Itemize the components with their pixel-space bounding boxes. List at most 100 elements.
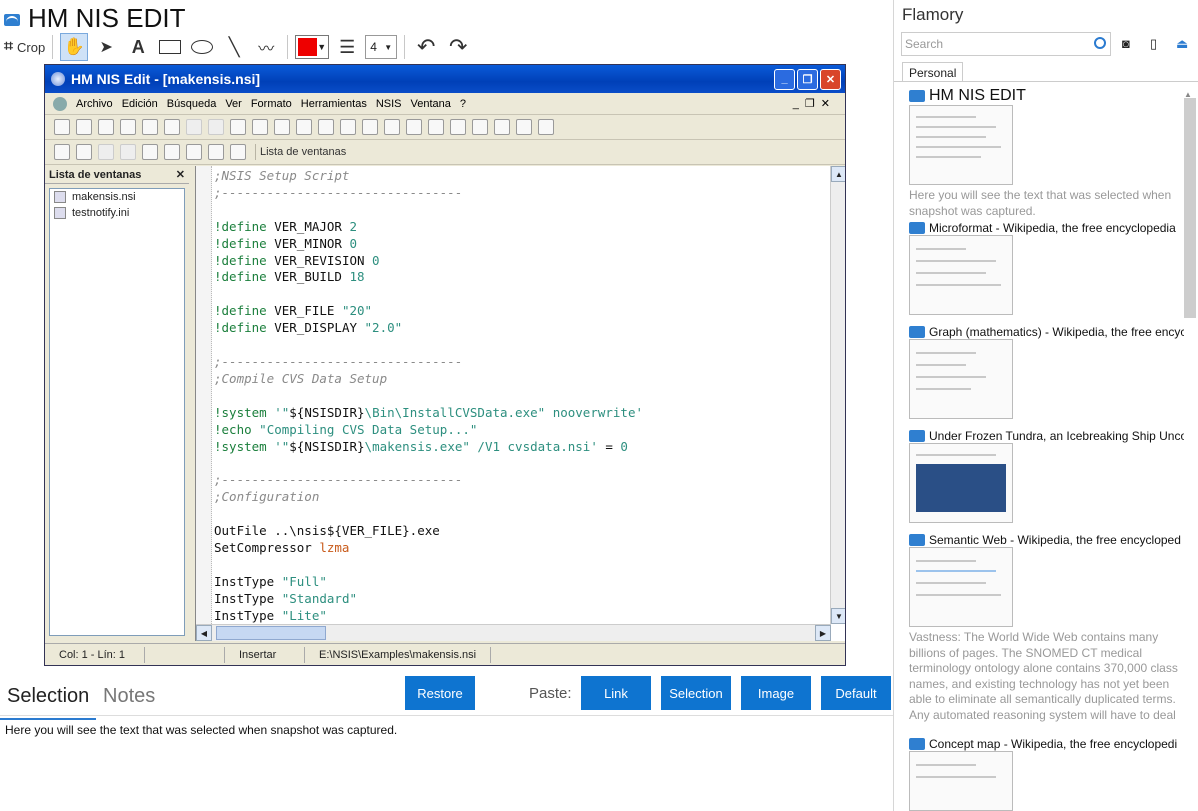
text-icon: A [131, 36, 145, 57]
find-next-icon [318, 119, 334, 135]
crop-button[interactable]: ⌗ Crop [4, 33, 45, 61]
xp-body: Lista de ventanas ✕ makensis.nsi testnoti… [45, 166, 845, 641]
stop-icon [98, 144, 114, 160]
menu-item: Formato [250, 97, 292, 110]
close-icon: ✕ [175, 169, 185, 181]
item-thumbnail [909, 339, 1013, 419]
compile-run-icon [76, 144, 92, 160]
doc-icon [53, 96, 67, 111]
insert-icon [362, 119, 378, 135]
paste-default-button[interactable]: Default [821, 676, 891, 710]
panel-title: Lista de ventanas [49, 168, 142, 181]
page-icon [909, 534, 925, 546]
scroll-thumb[interactable] [1184, 98, 1196, 318]
page-icon [909, 738, 925, 750]
restore-button[interactable]: Restore [405, 676, 475, 710]
cascade-icon [142, 144, 158, 160]
new-icon [54, 119, 70, 135]
copy-icon [252, 119, 268, 135]
tab-personal[interactable]: Personal [902, 62, 964, 82]
list-item[interactable]: Graph (mathematics) - Wikipedia, the fre… [909, 325, 1184, 419]
item-thumbnail [909, 547, 1013, 627]
file-name: testnotify.ini [72, 207, 130, 219]
open-icon [120, 119, 136, 135]
color-picker[interactable]: ▼ [295, 35, 330, 59]
upload-icon[interactable]: ⏏ [1176, 36, 1192, 51]
menu-item: Edición [121, 97, 158, 110]
sidebar-scrollbar[interactable]: ▲ [1184, 84, 1196, 811]
search-input[interactable]: Search [901, 32, 1111, 56]
document-icon[interactable]: ▯ [1150, 36, 1166, 51]
tab-selection[interactable]: Selection [0, 685, 97, 720]
hand-tool[interactable]: ✋ [60, 33, 89, 61]
chevron-down-icon: ▼ [831, 608, 845, 624]
tile-v-icon [186, 144, 202, 160]
list-item[interactable]: Concept map - Wikipedia, the free encycl… [909, 737, 1184, 811]
item-title: Graph (mathematics) - Wikipedia, the fre… [929, 325, 1184, 339]
file-list: makensis.nsi testnotify.ini [49, 188, 185, 636]
nsis-icon [51, 72, 65, 86]
ship-photo [916, 464, 1006, 512]
cut-icon [230, 119, 246, 135]
xp-window-title: HM NIS Edit - [makensis.nsi] [71, 71, 261, 87]
window-list-button: Lista de ventanas [255, 144, 350, 160]
editor-vscroll: ▲ ▼ [830, 166, 845, 624]
app-window: HM NIS EDIT ⌗ Crop ✋ ➤ A ╲ 〰 ▼ ☰ 4 ▼ ↶ ↷ H… [0, 0, 1198, 811]
maximize-icon: ❐ [797, 68, 818, 90]
paste-selection-button[interactable]: Selection [661, 676, 731, 710]
search-icon [1094, 37, 1106, 49]
status-blank [145, 646, 225, 663]
snapshot-image: HM NIS Edit - [makensis.nsi] _ ❐ ✕ Archi… [44, 64, 846, 666]
list-item[interactable]: HM NIS EDIT Here you will see the text t… [909, 87, 1184, 219]
camera-icon[interactable]: ◙ [1122, 36, 1138, 51]
paste-label: Paste: [529, 685, 572, 702]
ellipse-tool[interactable] [188, 33, 216, 61]
crop-label: Crop [17, 39, 46, 55]
text-tool[interactable]: A [124, 33, 152, 61]
item-title: Semantic Web - Wikipedia, the free encyc… [929, 533, 1181, 547]
line-tool[interactable]: ╲ [220, 33, 248, 61]
list-item: makensis.nsi [50, 189, 184, 205]
undo-button[interactable]: ↶ [412, 33, 440, 61]
paste-image-button[interactable]: Image [741, 676, 811, 710]
crop-icon: ⌗ [4, 38, 14, 55]
item-title-row: HM NIS EDIT [909, 87, 1184, 105]
print-icon [164, 119, 180, 135]
main-pane: HM NIS EDIT ⌗ Crop ✋ ➤ A ╲ 〰 ▼ ☰ 4 ▼ ↶ ↷ H… [0, 0, 893, 811]
freehand-tool[interactable]: 〰 [252, 33, 280, 61]
menu-item: Ver [225, 97, 242, 110]
arrow-left-icon [208, 144, 224, 160]
line-width-value: 4 [370, 40, 377, 54]
selected-text: Here you will see the text that was sele… [5, 723, 398, 737]
app-icon [4, 14, 20, 26]
indent-icon [428, 119, 444, 135]
compile-icon [54, 144, 70, 160]
xp-menubar: Archivo Edición Búsqueda Ver Formato Her… [45, 93, 845, 115]
line-width-select[interactable]: 4 ▼ [365, 35, 398, 59]
status-position: Col: 1 - Lín: 1 [45, 646, 145, 663]
list-item[interactable]: Microformat - Wikipedia, the free encycl… [909, 221, 1184, 315]
xp-toolbar-2: Lista de ventanas [45, 140, 845, 165]
line-width-icon: ☰ [339, 36, 356, 57]
chevron-up-icon: ▲ [831, 166, 845, 182]
list-item[interactable]: Under Frozen Tundra, an Icebreaking Ship… [909, 429, 1184, 523]
page-icon [909, 222, 925, 234]
wizard-icon [76, 119, 92, 135]
redo-button[interactable]: ↷ [444, 33, 472, 61]
outdent-icon [450, 119, 466, 135]
tab-notes[interactable]: Notes [103, 685, 155, 708]
item-title-row: Concept map - Wikipedia, the free encycl… [909, 737, 1184, 751]
ellipse-icon [191, 40, 214, 54]
editor-gutter [196, 166, 212, 626]
xp-titlebar: HM NIS Edit - [makensis.nsi] _ ❐ ✕ [45, 65, 845, 93]
pointer-tool[interactable]: ➤ [92, 33, 120, 61]
line-icon: ╲ [228, 36, 240, 57]
lowercase-icon [494, 119, 510, 135]
list-item[interactable]: Semantic Web - Wikipedia, the free encyc… [909, 533, 1184, 725]
menu-item: Herramientas [300, 97, 367, 110]
window-list-panel: Lista de ventanas ✕ makensis.nsi testnoti… [45, 166, 189, 641]
rectangle-tool[interactable] [156, 33, 184, 61]
flamory-sidebar: Flamory Search ◙ ▯ ⏏ Personal HM NIS EDI… [893, 0, 1198, 811]
font-icon [472, 119, 488, 135]
paste-link-button[interactable]: Link [581, 676, 651, 710]
